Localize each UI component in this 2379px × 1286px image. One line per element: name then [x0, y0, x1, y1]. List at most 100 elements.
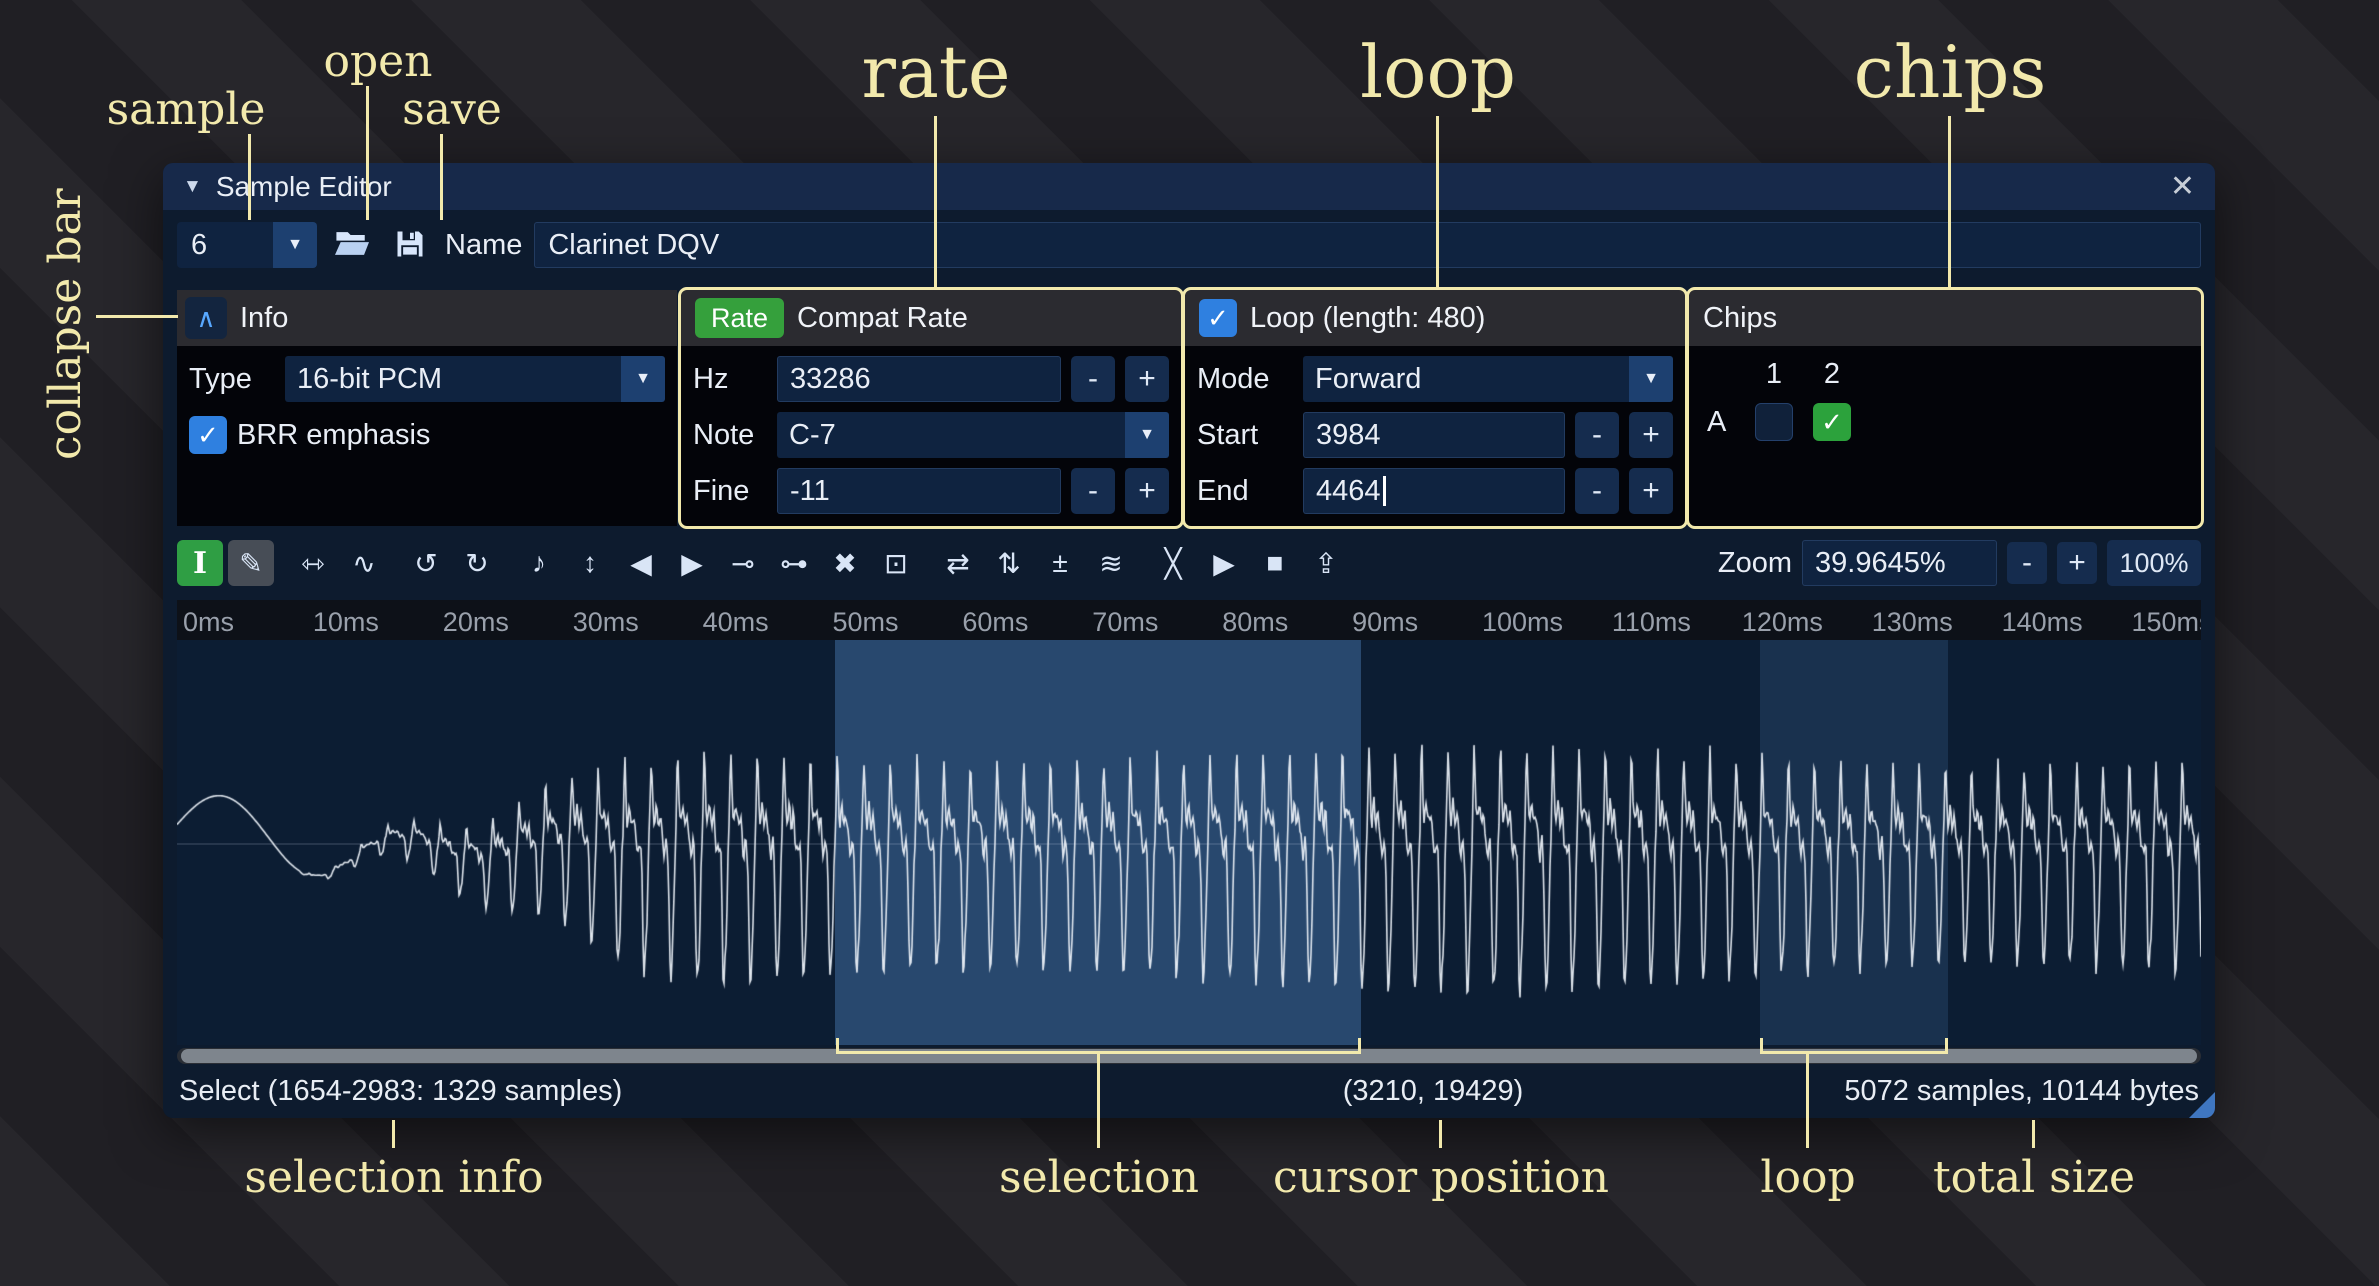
zoom-in-button[interactable]: +: [2057, 542, 2097, 584]
ruler-label: 0ms: [177, 607, 234, 638]
select-mode-button[interactable]: I: [177, 540, 223, 586]
fine-decrement-button[interactable]: -: [1071, 468, 1115, 514]
chip-column-2-label: 2: [1824, 358, 1840, 391]
chevron-down-icon[interactable]: ▼: [273, 222, 317, 268]
sample-number-select[interactable]: 6 ▼: [177, 222, 317, 268]
stop-preview-button[interactable]: ■: [1252, 540, 1298, 586]
brr-emphasis-checkbox[interactable]: ✓: [189, 416, 227, 454]
sample-type-select[interactable]: 16-bit PCM ▼: [285, 356, 665, 402]
page: ▼ Sample Editor ✕ 6 ▼: [0, 0, 2379, 1286]
window-collapse-icon[interactable]: ▼: [183, 176, 202, 198]
filter-button[interactable]: ≋: [1088, 540, 1134, 586]
trim-button[interactable]: ⊡: [873, 540, 919, 586]
loop-mode-select[interactable]: Forward ▼: [1303, 356, 1673, 402]
fine-increment-button[interactable]: +: [1125, 468, 1169, 514]
ruler-label: 40ms: [697, 607, 769, 638]
ruler-label: 30ms: [567, 607, 639, 638]
chip-a2-checkbox[interactable]: ✓: [1813, 403, 1851, 441]
loop-start-decrement-button[interactable]: -: [1575, 412, 1619, 458]
resample-button[interactable]: ∿: [341, 540, 387, 586]
annotation-line-cursor-position: [1439, 1120, 1442, 1148]
check-icon: ✓: [197, 420, 219, 451]
normalize-button[interactable]: ↕: [567, 540, 613, 586]
chip-a1-checkbox[interactable]: [1755, 403, 1793, 441]
hz-label: Hz: [693, 363, 767, 396]
loop-end-input[interactable]: 4464: [1303, 468, 1565, 514]
fine-label: Fine: [693, 475, 767, 508]
window-titlebar[interactable]: ▼ Sample Editor ✕: [163, 163, 2215, 210]
ruler-label: 130ms: [1866, 607, 1953, 638]
hz-decrement-button[interactable]: -: [1071, 356, 1115, 402]
open-folder-icon: [335, 229, 369, 261]
fine-input[interactable]: -11: [777, 468, 1061, 514]
redo-button[interactable]: ↻: [454, 540, 500, 586]
sign-invert-button[interactable]: ±: [1037, 540, 1083, 586]
apply-silence-button[interactable]: ⊶: [771, 540, 817, 586]
fade-out-button[interactable]: ▶: [669, 540, 715, 586]
info-body: Type 16-bit PCM ▼ ✓ BRR emphasis: [177, 346, 677, 526]
note-select[interactable]: C-7 ▼: [777, 412, 1169, 458]
annotation-open: open: [323, 36, 432, 87]
chevron-down-icon: ▼: [1629, 356, 1673, 402]
loop-enable-checkbox[interactable]: ✓: [1199, 299, 1237, 337]
ruler-label: 140ms: [1996, 607, 2083, 638]
mode-row: Mode Forward ▼: [1197, 356, 1673, 402]
annotation-loop-marker: loop: [1760, 1152, 1855, 1203]
scrollbar-thumb[interactable]: [181, 1049, 2197, 1063]
save-sample-button[interactable]: [387, 222, 433, 268]
undo-button[interactable]: ↺: [403, 540, 449, 586]
chips-grid: 1 2 A ✓: [1701, 358, 2189, 441]
toolbar-group: ♪↕◀▶⊸⊶✖⊡: [516, 540, 919, 586]
zoom-out-button[interactable]: -: [2007, 542, 2047, 584]
waveform-view[interactable]: [177, 640, 2201, 1045]
brr-row: ✓ BRR emphasis: [189, 412, 665, 458]
resize-grip[interactable]: [2189, 1092, 2215, 1118]
zoom-controls: Zoom 39.9645% - + 100%: [1718, 540, 2201, 586]
preview-button[interactable]: ▶: [1201, 540, 1247, 586]
crossfade-button[interactable]: ╳: [1150, 540, 1196, 586]
sample-header-row: 6 ▼: [163, 210, 2215, 280]
loop-start-increment-button[interactable]: +: [1629, 412, 1673, 458]
selection-info-text: Select (1654-2983: 1329 samples): [179, 1075, 622, 1108]
toolbar-group: ╳▶■⇪: [1150, 540, 1349, 586]
collapse-info-button[interactable]: ∧: [185, 297, 227, 339]
open-sample-button[interactable]: [329, 222, 375, 268]
annotation-chips: chips: [1854, 30, 2047, 114]
loop-start-input[interactable]: 3984: [1303, 412, 1565, 458]
invert-button[interactable]: ⇅: [986, 540, 1032, 586]
name-label: Name: [445, 229, 522, 262]
fade-in-button[interactable]: ◀: [618, 540, 664, 586]
draw-mode-button[interactable]: ✎: [228, 540, 274, 586]
insert-silence-button[interactable]: ⊸: [720, 540, 766, 586]
start-label: Start: [1197, 419, 1293, 452]
rate-mode-button[interactable]: Rate: [695, 298, 784, 338]
hz-increment-button[interactable]: +: [1125, 356, 1169, 402]
ruler-label: 90ms: [1346, 607, 1418, 638]
fine-row: Fine -11 - +: [693, 468, 1169, 514]
ruler-label: 70ms: [1086, 607, 1158, 638]
resize-button[interactable]: ⇿: [290, 540, 336, 586]
zoom-reset-button[interactable]: 100%: [2107, 540, 2201, 586]
sample-name-input[interactable]: Clarinet DQV: [534, 222, 2201, 268]
toolbar-group: ⇿∿: [290, 540, 387, 586]
ruler-label: 110ms: [1606, 607, 1691, 638]
ruler-label: 120ms: [1736, 607, 1823, 638]
annotation-collapse-bar: collapse bar: [40, 190, 91, 460]
zoom-input[interactable]: 39.9645%: [1802, 540, 1997, 586]
loop-header: ✓ Loop (length: 480): [1185, 290, 1685, 346]
end-label: End: [1197, 475, 1293, 508]
hz-input[interactable]: 33286: [777, 356, 1061, 402]
loop-end-increment-button[interactable]: +: [1629, 468, 1673, 514]
loop-end-decrement-button[interactable]: -: [1575, 468, 1619, 514]
close-icon[interactable]: ✕: [2170, 169, 2195, 204]
create-wavetable-button[interactable]: ⇪: [1303, 540, 1349, 586]
amplify-button[interactable]: ♪: [516, 540, 562, 586]
annotation-rate: rate: [862, 30, 1011, 114]
waveform-canvas[interactable]: [177, 640, 2201, 1045]
ruler-label: 100ms: [1476, 607, 1563, 638]
delete-button[interactable]: ✖: [822, 540, 868, 586]
horizontal-scrollbar[interactable]: [177, 1048, 2201, 1064]
check-icon: ✓: [1207, 303, 1229, 334]
reverse-button[interactable]: ⇄: [935, 540, 981, 586]
status-bar: Select (1654-2983: 1329 samples) (3210, …: [163, 1064, 2215, 1118]
